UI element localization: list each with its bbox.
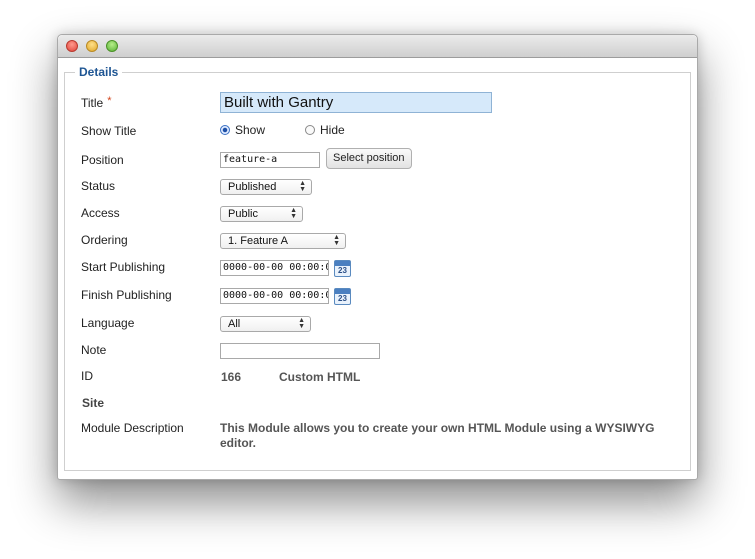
status-label: Status [81, 179, 116, 193]
show-title-label: Show Title [81, 124, 137, 138]
start-publishing-label: Start Publishing [81, 260, 166, 274]
calendar-day: 23 [338, 294, 347, 303]
module-editor-window: Details Title * Built with Gantry Show Ti… [57, 34, 698, 480]
finish-publishing-label: Finish Publishing [81, 288, 172, 302]
status-value: Published [228, 181, 277, 193]
note-input[interactable] [220, 343, 380, 359]
updown-arrow-icon: ▲ ▼ [299, 180, 306, 193]
language-select[interactable]: All ▲ ▼ [220, 316, 311, 332]
position-input[interactable]: feature-a [220, 152, 320, 168]
hide-radio-label: Hide [320, 123, 345, 137]
select-position-button[interactable]: Select position [326, 148, 412, 169]
close-window-button[interactable] [66, 40, 78, 52]
radio-unselected-icon[interactable] [305, 125, 315, 135]
status-select[interactable]: Published ▲ ▼ [220, 179, 312, 195]
ordering-select[interactable]: 1. Feature A ▲ ▼ [220, 233, 346, 249]
language-label: Language [81, 316, 135, 330]
finish-publishing-input[interactable]: 0000-00-00 00:00:0 [220, 288, 329, 304]
access-select[interactable]: Public ▲ ▼ [220, 206, 303, 222]
position-label: Position [81, 153, 124, 167]
updown-arrow-icon: ▲ ▼ [290, 207, 297, 220]
site-label: Site [82, 396, 105, 410]
access-label: Access [81, 206, 120, 220]
updown-arrow-icon: ▲ ▼ [333, 234, 340, 247]
show-radio[interactable]: Show [220, 123, 265, 137]
id-label: ID [81, 369, 93, 383]
calendar-icon[interactable]: 23 [334, 288, 351, 305]
start-publishing-input[interactable]: 0000-00-00 00:00:0 [220, 260, 329, 276]
access-value: Public [228, 208, 258, 220]
language-value: All [228, 318, 241, 330]
ordering-value: 1. Feature A [228, 235, 288, 247]
title-label: Title * [81, 95, 112, 110]
title-bar [58, 35, 697, 58]
required-asterisk: * [107, 95, 112, 107]
minimize-window-button[interactable] [86, 40, 98, 52]
module-type: Custom HTML [279, 370, 361, 384]
calendar-icon[interactable]: 23 [334, 260, 351, 277]
updown-arrow-icon: ▲ ▼ [298, 317, 305, 330]
ordering-label: Ordering [81, 233, 128, 247]
radio-selected-icon[interactable] [220, 125, 230, 135]
show-radio-label: Show [235, 123, 266, 137]
hide-radio[interactable]: Hide [305, 123, 345, 137]
id-value: 166 [221, 370, 242, 384]
module-description-label: Module Description [81, 421, 184, 435]
maximize-window-button[interactable] [106, 40, 118, 52]
details-legend: Details [79, 65, 119, 79]
title-input[interactable]: Built with Gantry [220, 92, 492, 113]
calendar-day: 23 [338, 266, 347, 275]
note-label: Note [81, 343, 107, 357]
module-description-text: This Module allows you to create your ow… [220, 421, 655, 450]
